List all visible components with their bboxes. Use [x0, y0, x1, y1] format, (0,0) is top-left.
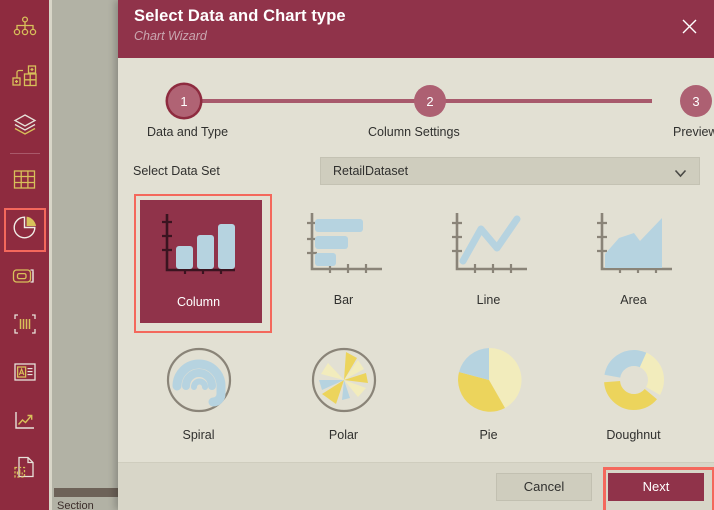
- sidebar-item-report[interactable]: [3, 446, 47, 494]
- chart-type-label: Bar: [333, 293, 354, 307]
- grid-table-icon: [12, 168, 37, 196]
- sidebar-item-layers[interactable]: [3, 102, 47, 150]
- doughnut-chart-icon: [579, 338, 689, 422]
- stepper-step-3[interactable]: 3: [680, 85, 712, 117]
- chart-type-label: Pie: [479, 428, 498, 442]
- stepper-label-2: Column Settings: [368, 125, 460, 139]
- dialog-footer: Cancel Next: [118, 462, 714, 510]
- chart-wizard-dialog: Select Data and Chart type Chart Wizard …: [118, 0, 714, 510]
- sidebar-divider: [9, 153, 40, 154]
- dataset-select[interactable]: RetailDataset: [320, 157, 700, 185]
- cancel-button[interactable]: Cancel: [496, 472, 592, 501]
- text-box-icon: [12, 360, 38, 389]
- sidebar-item-text[interactable]: [3, 350, 47, 398]
- chart-type-label: Area: [620, 293, 647, 307]
- chart-type-spiral[interactable]: Spiral: [126, 332, 271, 452]
- area-chart-icon: [579, 203, 689, 287]
- bar-chart-icon: [289, 203, 399, 287]
- wizard-stepper: 1 Data and Type 2 Column Settings 3 Prev…: [132, 72, 714, 150]
- chart-type-label: Line: [476, 293, 501, 307]
- close-icon: [682, 19, 696, 33]
- background-bottom-label: Section: [57, 500, 94, 510]
- sidebar-item-card[interactable]: [3, 254, 47, 302]
- add-table-icon: [11, 63, 38, 94]
- dialog-body: 1 Data and Type 2 Column Settings 3 Prev…: [118, 58, 714, 462]
- trend-line-icon: [12, 408, 38, 437]
- stepper-label-3: Preview: [673, 125, 714, 139]
- chart-type-doughnut[interactable]: Doughnut: [561, 332, 706, 452]
- sidebar-item-chart[interactable]: [3, 206, 47, 254]
- stepper-step-1[interactable]: 1: [168, 85, 200, 117]
- close-button[interactable]: [676, 13, 702, 39]
- dialog-header: Select Data and Chart type Chart Wizard: [118, 0, 714, 58]
- dataset-row: Select Data Set RetailDataset: [132, 157, 700, 185]
- sidebar-item-barcode[interactable]: [3, 302, 47, 350]
- pie-chart-icon: [11, 214, 38, 246]
- polar-chart-icon: [289, 338, 399, 422]
- chart-type-label: Column: [176, 295, 221, 309]
- sidebar-item-hierarchy[interactable]: [3, 6, 47, 54]
- chart-type-label: Polar: [328, 428, 359, 442]
- dataset-label: Select Data Set: [133, 164, 220, 178]
- next-button[interactable]: Next: [608, 472, 704, 501]
- sidebar-item-trend[interactable]: [3, 398, 47, 446]
- hierarchy-icon: [12, 15, 38, 46]
- stepper-label-1: Data and Type: [147, 125, 229, 139]
- dialog-subtitle: Chart Wizard: [134, 29, 207, 43]
- left-sidebar: [0, 0, 49, 510]
- column-chart-icon: [144, 203, 254, 289]
- pie-chart-icon: [434, 338, 544, 422]
- chart-type-bar[interactable]: Bar: [271, 197, 416, 332]
- page-title: Select Data and Chart type: [134, 7, 346, 25]
- dataset-value: RetailDataset: [333, 164, 409, 178]
- spiral-chart-icon: [144, 338, 254, 422]
- chart-type-polar[interactable]: Polar: [271, 332, 416, 452]
- next-button-highlight: Next: [603, 466, 714, 510]
- card-icon: [11, 265, 38, 292]
- layers-icon: [12, 112, 38, 141]
- chart-type-label: Spiral: [182, 428, 215, 442]
- sidebar-item-add-table[interactable]: [3, 54, 47, 102]
- barcode-icon: [12, 312, 38, 341]
- chart-type-line[interactable]: Line: [416, 197, 561, 332]
- sidebar-item-table[interactable]: [3, 158, 47, 206]
- chart-type-grid: Column Bar Line Area Spiral Polar Pie Do…: [126, 194, 706, 452]
- document-chart-icon: [12, 455, 38, 485]
- app-root: Section Select Data and Chart type Chart…: [0, 0, 714, 510]
- chart-type-label: Doughnut: [606, 428, 661, 442]
- chart-type-column[interactable]: Column: [126, 194, 272, 333]
- chevron-down-icon: [674, 167, 687, 181]
- chart-type-area[interactable]: Area: [561, 197, 706, 332]
- stepper-step-2[interactable]: 2: [414, 85, 446, 117]
- chart-type-pie[interactable]: Pie: [416, 332, 561, 452]
- line-chart-icon: [434, 203, 544, 287]
